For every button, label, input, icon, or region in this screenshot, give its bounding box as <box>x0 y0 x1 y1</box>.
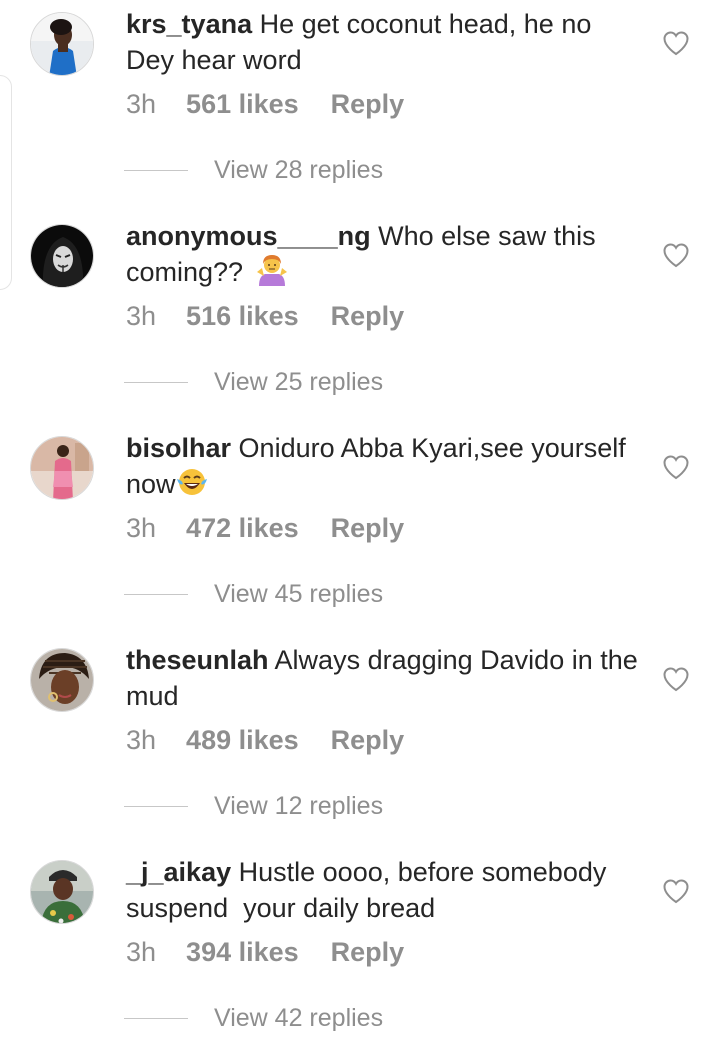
comment-item: bisolhar Oniduro Abba Kyari,see yourself… <box>0 424 720 636</box>
heart-icon[interactable] <box>662 454 690 480</box>
comment-likes[interactable]: 489 likes <box>186 722 299 758</box>
comment-meta: 3h 472 likes Reply <box>126 510 404 546</box>
comment-time: 3h <box>126 937 157 967</box>
comment-item: theseunlah Always dragging Davido in the… <box>0 636 720 848</box>
reply-button[interactable]: Reply <box>331 934 405 970</box>
divider-line <box>124 169 188 171</box>
view-replies-row[interactable]: View 42 replies <box>124 1000 383 1036</box>
avatar[interactable] <box>30 648 94 712</box>
comment-meta: 3h 516 likes Reply <box>126 298 404 334</box>
comment-time: 3h <box>126 513 157 543</box>
avatar-photo <box>31 649 93 711</box>
heart-icon[interactable] <box>662 878 690 904</box>
avatar-photo <box>31 437 93 499</box>
comment-meta: 3h 489 likes Reply <box>126 722 404 758</box>
comment-likes[interactable]: 472 likes <box>186 510 299 546</box>
comment-meta: 3h 561 likes Reply <box>126 86 404 122</box>
comment-time: 3h <box>126 301 157 331</box>
view-replies-row[interactable]: View 28 replies <box>124 152 383 188</box>
reply-button[interactable]: Reply <box>331 722 405 758</box>
comment-likes[interactable]: 561 likes <box>186 86 299 122</box>
comment-username[interactable]: anonymous____ng <box>126 221 371 251</box>
heart-icon[interactable] <box>662 666 690 692</box>
avatar[interactable] <box>30 436 94 500</box>
avatar-photo <box>31 13 93 75</box>
comment-time: 3h <box>126 89 157 119</box>
face-with-tears-of-joy-emoji <box>176 469 207 495</box>
avatar[interactable] <box>30 860 94 924</box>
view-replies-row[interactable]: View 12 replies <box>124 788 383 824</box>
reply-button[interactable]: Reply <box>331 510 405 546</box>
comment-item: _j_aikay Hustle oooo, before somebody su… <box>0 848 720 1043</box>
comment-body: bisolhar Oniduro Abba Kyari,see yourself… <box>126 430 646 502</box>
comment-username[interactable]: theseunlah <box>126 645 269 675</box>
person-shrugging-emoji <box>256 255 287 286</box>
divider-line <box>124 805 188 807</box>
heart-icon[interactable] <box>662 30 690 56</box>
comment-item: krs_tyana He get coconut head, he no Dey… <box>0 0 720 212</box>
heart-icon[interactable] <box>662 242 690 268</box>
avatar[interactable] <box>30 12 94 76</box>
comment-body: _j_aikay Hustle oooo, before somebody su… <box>126 854 646 926</box>
comment-likes[interactable]: 394 likes <box>186 934 299 970</box>
comment-username[interactable]: krs_tyana <box>126 9 252 39</box>
avatar-photo <box>31 225 93 287</box>
comment-meta: 3h 394 likes Reply <box>126 934 404 970</box>
comment-username[interactable]: bisolhar <box>126 433 231 463</box>
view-replies-link[interactable]: View 12 replies <box>214 792 383 821</box>
view-replies-link[interactable]: View 45 replies <box>214 580 383 609</box>
comment-body: theseunlah Always dragging Davido in the… <box>126 642 646 714</box>
reply-button[interactable]: Reply <box>331 298 405 334</box>
comment-likes[interactable]: 516 likes <box>186 298 299 334</box>
view-replies-link[interactable]: View 28 replies <box>214 156 383 185</box>
divider-line <box>124 381 188 383</box>
divider-line <box>124 1017 188 1019</box>
view-replies-row[interactable]: View 45 replies <box>124 576 383 612</box>
divider-line <box>124 593 188 595</box>
view-replies-row[interactable]: View 25 replies <box>124 364 383 400</box>
comment-body: krs_tyana He get coconut head, he no Dey… <box>126 6 646 78</box>
comment-body: anonymous____ng Who else saw this coming… <box>126 218 646 290</box>
comments-screen: krs_tyana He get coconut head, he no Dey… <box>0 0 720 1043</box>
view-replies-link[interactable]: View 25 replies <box>214 368 383 397</box>
reply-button[interactable]: Reply <box>331 86 405 122</box>
comment-username[interactable]: _j_aikay <box>126 857 231 887</box>
view-replies-link[interactable]: View 42 replies <box>214 1004 383 1033</box>
comment-item: anonymous____ng Who else saw this coming… <box>0 212 720 424</box>
avatar[interactable] <box>30 224 94 288</box>
avatar-photo <box>31 861 93 923</box>
comment-time: 3h <box>126 725 157 755</box>
